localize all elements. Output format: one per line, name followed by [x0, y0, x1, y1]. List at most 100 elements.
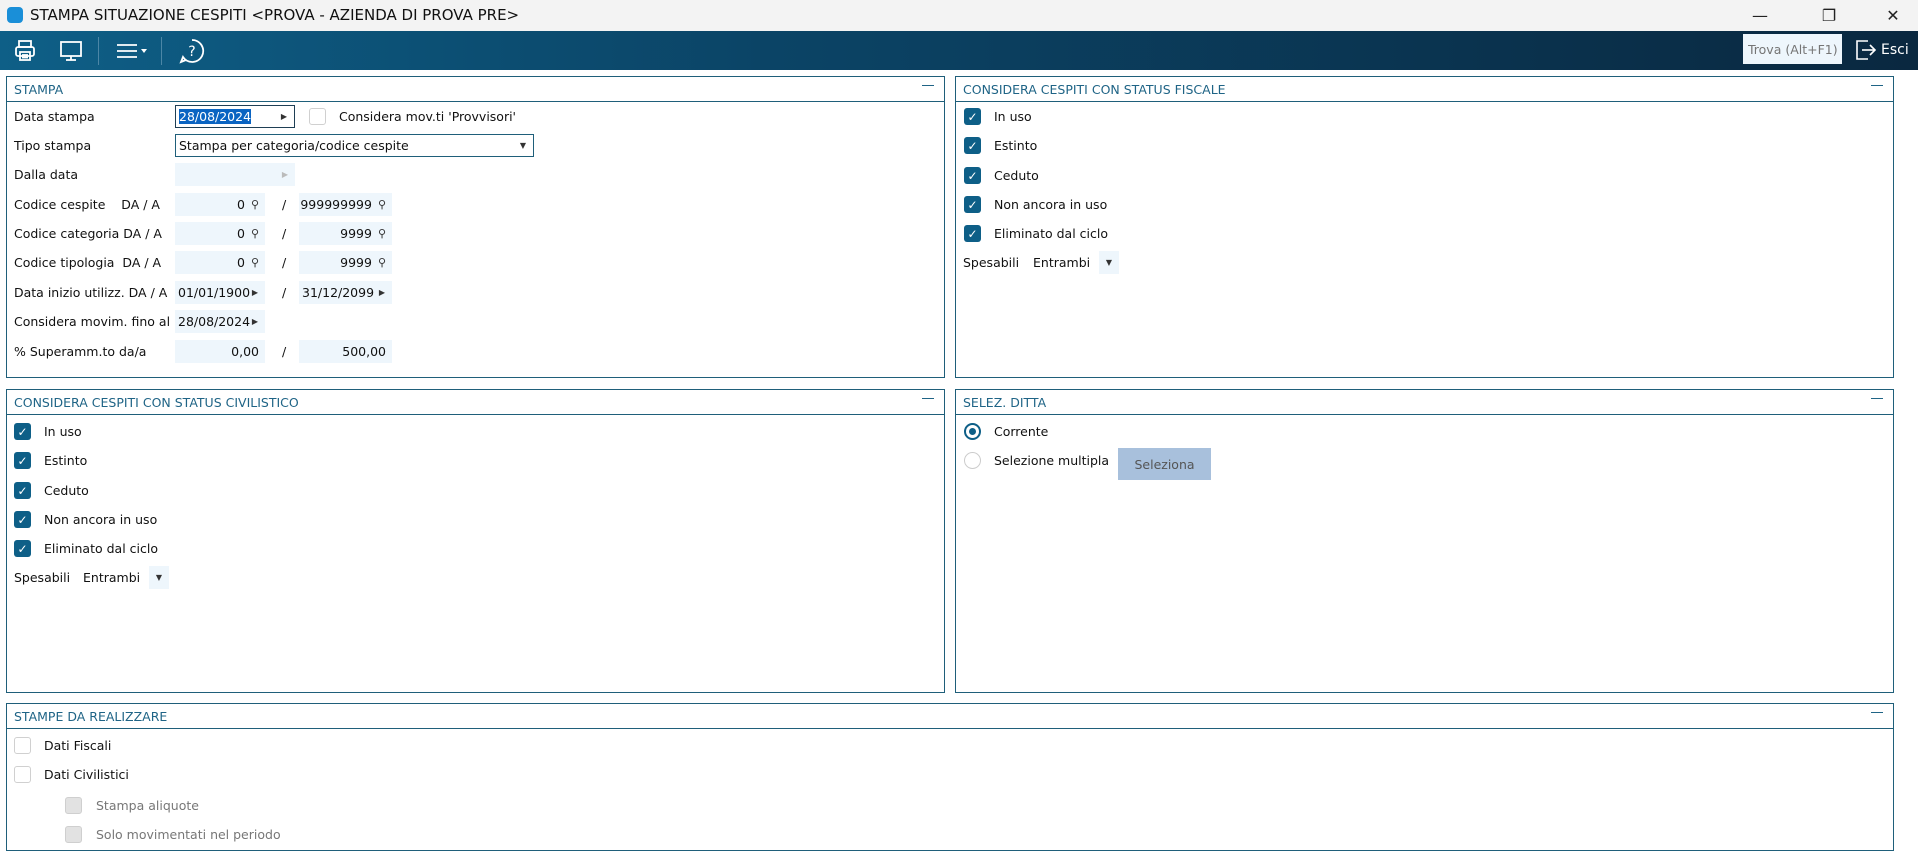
checkbox-label: Non ancora in uso [994, 197, 1108, 212]
checkbox-label: Ceduto [44, 483, 89, 498]
checkbox-label: Eliminato dal ciclo [994, 226, 1108, 241]
search-icon[interactable]: ⚲ [378, 227, 389, 240]
collapse-icon[interactable] [1871, 712, 1883, 713]
provvisori-label: Considera mov.ti 'Provvisori' [339, 109, 516, 124]
stampa-aliquote-checkbox[interactable] [65, 797, 82, 814]
toolbar: ? Esci [0, 31, 1918, 70]
utilizz-da-input[interactable]: 01/01/1900 ▶ [175, 281, 265, 304]
exit-label: Esci [1881, 42, 1909, 58]
superamm-da-input[interactable]: 0,00 [175, 340, 265, 363]
range-separator: / [282, 197, 287, 212]
fiscale-eliminato-checkbox[interactable]: ✓ [964, 225, 981, 242]
minimize-button[interactable]: — [1737, 0, 1783, 31]
tipologia-a-input[interactable]: 9999 ⚲ [299, 251, 392, 274]
help-icon[interactable]: ? [172, 31, 212, 70]
checkbox-label: Non ancora in uso [44, 512, 158, 527]
arrow-right-icon[interactable]: ▶ [252, 288, 262, 297]
utilizz-a-input[interactable]: 31/12/2099 ▶ [299, 281, 392, 304]
civ-eliminato-checkbox[interactable]: ✓ [14, 540, 31, 557]
checkbox-label: In uso [44, 424, 82, 439]
search-icon[interactable]: ⚲ [251, 227, 262, 240]
checkbox-label: Estinto [994, 138, 1038, 153]
arrow-right-icon[interactable]: ▶ [281, 112, 291, 121]
window-title: STAMPA SITUAZIONE CESPITI <PROVA - AZIEN… [30, 6, 520, 24]
collapse-icon[interactable] [922, 398, 934, 399]
panel-title: CONSIDERA CESPITI CON STATUS CIVILISTICO [14, 395, 299, 410]
dalla-data-label: Dalla data [14, 167, 79, 182]
dati-fiscali-checkbox[interactable] [14, 737, 31, 754]
status-civilistico-panel: CONSIDERA CESPITI CON STATUS CIVILISTICO… [6, 389, 945, 693]
solo-movimentati-checkbox[interactable] [65, 826, 82, 843]
arrow-right-icon[interactable]: ▶ [379, 288, 389, 297]
corrente-radio[interactable] [964, 423, 981, 440]
restore-button[interactable]: ❐ [1806, 0, 1852, 31]
svg-text:?: ? [188, 44, 195, 60]
categoria-da-input[interactable]: 0 ⚲ [175, 222, 265, 245]
superamm-da-value: 0,00 [231, 344, 259, 359]
search-icon[interactable]: ⚲ [251, 256, 262, 269]
codice-tipologia-label: Codice tipologia DA / A [14, 255, 162, 270]
checkbox-label: Dati Fiscali [44, 738, 112, 753]
spesabili-value[interactable]: Entrambi [83, 570, 140, 585]
stampe-da-realizzare-panel: STAMPE DA REALIZZARE Dati Fiscali Dati C… [6, 703, 1894, 851]
panel-header: STAMPE DA REALIZZARE [7, 704, 1893, 729]
search-icon[interactable]: ⚲ [251, 198, 262, 211]
fiscale-non-ancora-checkbox[interactable]: ✓ [964, 196, 981, 213]
spesabili-dropdown-icon[interactable]: ▼ [149, 566, 169, 589]
range-separator: / [282, 285, 287, 300]
menu-icon[interactable] [112, 31, 152, 70]
collapse-icon[interactable] [922, 85, 934, 86]
panel-header: CONSIDERA CESPITI CON STATUS CIVILISTICO [7, 390, 944, 415]
tipologia-da-input[interactable]: 0 ⚲ [175, 251, 265, 274]
cespite-a-input[interactable]: 999999999 ⚲ [299, 193, 392, 216]
data-stampa-input[interactable]: 28/08/2024 ▶ [175, 105, 295, 128]
utilizz-da-value: 01/01/1900 [178, 285, 251, 300]
cespite-a-value: 999999999 [300, 197, 372, 212]
checkbox-label: Stampa aliquote [96, 798, 199, 813]
tipologia-da-value: 0 [236, 255, 245, 270]
collapse-icon[interactable] [1871, 85, 1883, 86]
seleziona-button[interactable]: Seleziona [1118, 448, 1211, 480]
fiscale-estinto-checkbox[interactable]: ✓ [964, 137, 981, 154]
preview-monitor-icon[interactable] [51, 31, 91, 70]
movim-input[interactable]: 28/08/2024 ▶ [175, 310, 265, 333]
fiscale-ceduto-checkbox[interactable]: ✓ [964, 167, 981, 184]
civ-non-ancora-checkbox[interactable]: ✓ [14, 511, 31, 528]
range-separator: / [282, 344, 287, 359]
superamm-a-value: 500,00 [342, 344, 386, 359]
toolbar-separator [98, 37, 99, 65]
spesabili-dropdown-icon[interactable]: ▼ [1099, 251, 1119, 274]
provvisori-checkbox[interactable] [309, 108, 326, 125]
civ-in-uso-checkbox[interactable]: ✓ [14, 423, 31, 440]
close-button[interactable]: ✕ [1870, 0, 1916, 31]
selezione-multipla-radio[interactable] [964, 452, 981, 469]
spesabili-label: Spesabili [14, 570, 71, 585]
collapse-icon[interactable] [1871, 398, 1883, 399]
superamm-a-input[interactable]: 500,00 [299, 340, 392, 363]
civ-estinto-checkbox[interactable]: ✓ [14, 452, 31, 469]
panel-header: SELEZ. DITTA [956, 390, 1893, 415]
cespite-da-input[interactable]: 0 ⚲ [175, 193, 265, 216]
utilizz-a-value: 31/12/2099 [302, 285, 375, 300]
dati-civilistici-checkbox[interactable] [14, 766, 31, 783]
spesabili-value[interactable]: Entrambi [1033, 255, 1090, 270]
search-icon[interactable]: ⚲ [378, 198, 389, 211]
movim-value: 28/08/2024 [178, 314, 251, 329]
checkbox-label: In uso [994, 109, 1032, 124]
civ-ceduto-checkbox[interactable]: ✓ [14, 482, 31, 499]
categoria-da-value: 0 [236, 226, 245, 241]
tipologia-a-value: 9999 [340, 255, 372, 270]
fiscale-in-uso-checkbox[interactable]: ✓ [964, 108, 981, 125]
tipo-stampa-select[interactable]: Stampa per categoria/codice cespite ▼ [175, 134, 534, 157]
tipo-stampa-value: Stampa per categoria/codice cespite [179, 138, 409, 153]
print-icon[interactable] [5, 31, 45, 70]
arrow-right-icon[interactable]: ▶ [252, 317, 262, 326]
exit-button[interactable]: Esci [1854, 35, 1909, 65]
search-input[interactable] [1743, 34, 1842, 64]
data-stampa-value: 28/08/2024 [179, 109, 252, 124]
toolbar-separator [161, 37, 162, 65]
search-icon[interactable]: ⚲ [378, 256, 389, 269]
categoria-a-input[interactable]: 9999 ⚲ [299, 222, 392, 245]
panel-header: CONSIDERA CESPITI CON STATUS FISCALE [956, 77, 1893, 102]
codice-categoria-label: Codice categoria DA / A [14, 226, 162, 241]
